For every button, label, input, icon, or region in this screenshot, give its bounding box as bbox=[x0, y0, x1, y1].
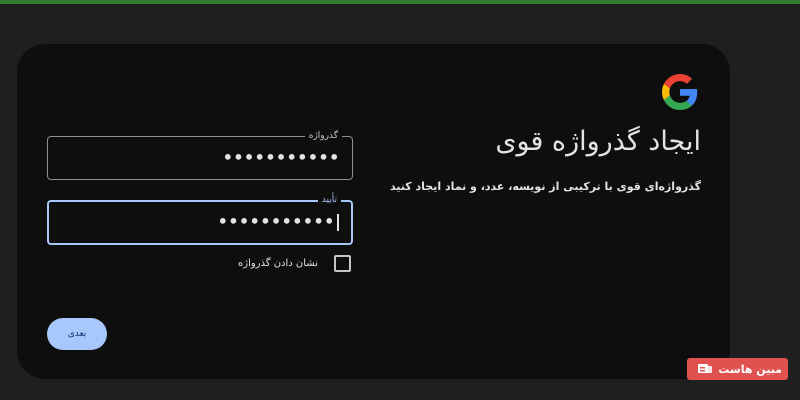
password-field-value: ••••••••••• bbox=[223, 148, 340, 167]
page-subtitle: گذرواژه‌ای قوی با ترکیبی از نویسه، عدد، … bbox=[389, 180, 701, 193]
password-field[interactable]: گذرواژه ••••••••••• bbox=[47, 129, 353, 180]
confirm-field-value: ••••••••••• bbox=[218, 212, 335, 231]
show-password-label: نشان دادن گذرواژه bbox=[238, 257, 318, 269]
google-logo-icon bbox=[662, 74, 698, 110]
next-button[interactable]: بعدی bbox=[47, 318, 107, 350]
watermark-text: مبین هاست bbox=[718, 362, 782, 376]
server-logo-icon bbox=[698, 364, 712, 373]
page-title: ایجاد گذرواژه قوی bbox=[495, 126, 701, 157]
password-field-label: گذرواژه bbox=[304, 129, 342, 143]
top-progress-bar bbox=[0, 0, 800, 4]
show-password-checkbox[interactable] bbox=[334, 254, 351, 272]
confirm-field-label: تأیید bbox=[317, 193, 341, 207]
watermark-badge: مبین هاست bbox=[687, 358, 788, 380]
text-caret bbox=[337, 214, 339, 231]
show-password-row[interactable]: نشان دادن گذرواژه bbox=[238, 254, 351, 272]
confirm-password-field[interactable]: تأیید ••••••••••• bbox=[47, 193, 353, 245]
